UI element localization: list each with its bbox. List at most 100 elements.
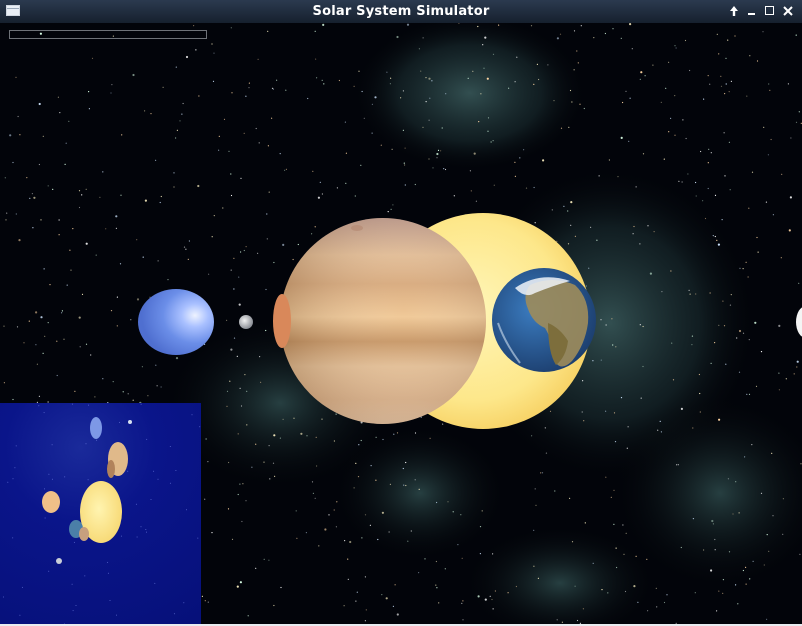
neptune[interactable] [138,289,214,355]
star [563,205,565,207]
minimap-small-body[interactable] [128,420,132,424]
star [789,196,793,199]
close-icon[interactable] [780,3,796,19]
title-bar[interactable]: Solar System Simulator [0,0,802,23]
star [720,85,723,87]
star [193,25,195,27]
star [620,136,623,139]
star [668,131,670,133]
star [130,319,132,321]
star [716,239,718,241]
mars[interactable] [273,294,291,348]
earth[interactable] [492,268,596,372]
star [644,75,646,77]
star [336,187,338,189]
star [208,273,210,275]
star [429,437,431,439]
star [711,519,714,523]
star [722,300,724,302]
simulation-viewport[interactable] [0,23,802,626]
star [307,97,309,100]
star [556,37,560,40]
star [569,497,571,499]
minimize-icon[interactable] [744,3,760,19]
star [95,254,97,256]
star [574,585,576,587]
star [402,90,404,92]
star [560,127,563,129]
star [691,335,694,337]
star [640,397,642,399]
star [613,412,616,414]
star [623,553,625,555]
star [49,284,51,286]
star [243,249,245,252]
star [545,452,548,454]
star [492,140,494,142]
jupiter[interactable] [280,218,486,424]
star [625,532,627,534]
star [315,58,317,60]
star [798,111,800,113]
star [709,83,711,85]
star [508,87,510,89]
star [227,508,230,510]
arrow-up-icon[interactable] [726,3,742,19]
star [319,181,321,183]
star [396,432,399,434]
minimap-mars[interactable] [107,460,115,478]
star [751,171,754,173]
minimap-neptune[interactable] [90,417,102,439]
star [642,153,645,155]
star [323,83,325,85]
star [43,268,45,270]
minimap-star [2,596,4,598]
star [285,89,287,91]
star [593,37,595,39]
star [722,592,724,595]
star [647,225,649,227]
star [300,432,303,435]
progress-bar [9,30,207,39]
minimap-moon[interactable] [56,558,62,564]
minimap-star [140,403,142,405]
star [542,159,545,162]
star [698,373,701,376]
star [144,110,146,112]
star [436,157,438,159]
star [782,498,785,500]
star [66,284,68,286]
minimap-star [135,503,137,505]
star [268,191,270,193]
star [516,56,518,58]
star [422,37,424,39]
minimap[interactable] [0,403,201,626]
star [353,487,355,489]
star [321,79,323,81]
star [353,85,355,87]
moon[interactable] [239,315,253,329]
star [102,171,104,173]
offscreen-planet[interactable] [796,306,802,338]
star [692,427,694,429]
star [247,615,249,617]
star [85,242,88,245]
star [544,427,546,429]
star [156,385,158,387]
star [244,374,246,376]
star [622,101,624,104]
star [694,592,696,594]
maximize-icon[interactable] [762,3,778,19]
star [230,269,232,271]
star [354,195,356,197]
star [615,547,617,549]
star [533,529,535,531]
star [547,64,549,66]
minimap-venus[interactable] [79,527,89,541]
star [486,77,489,80]
star [69,249,71,251]
star [105,228,107,230]
star [322,23,325,26]
minimap-saturn[interactable] [42,491,60,513]
star [229,380,231,382]
